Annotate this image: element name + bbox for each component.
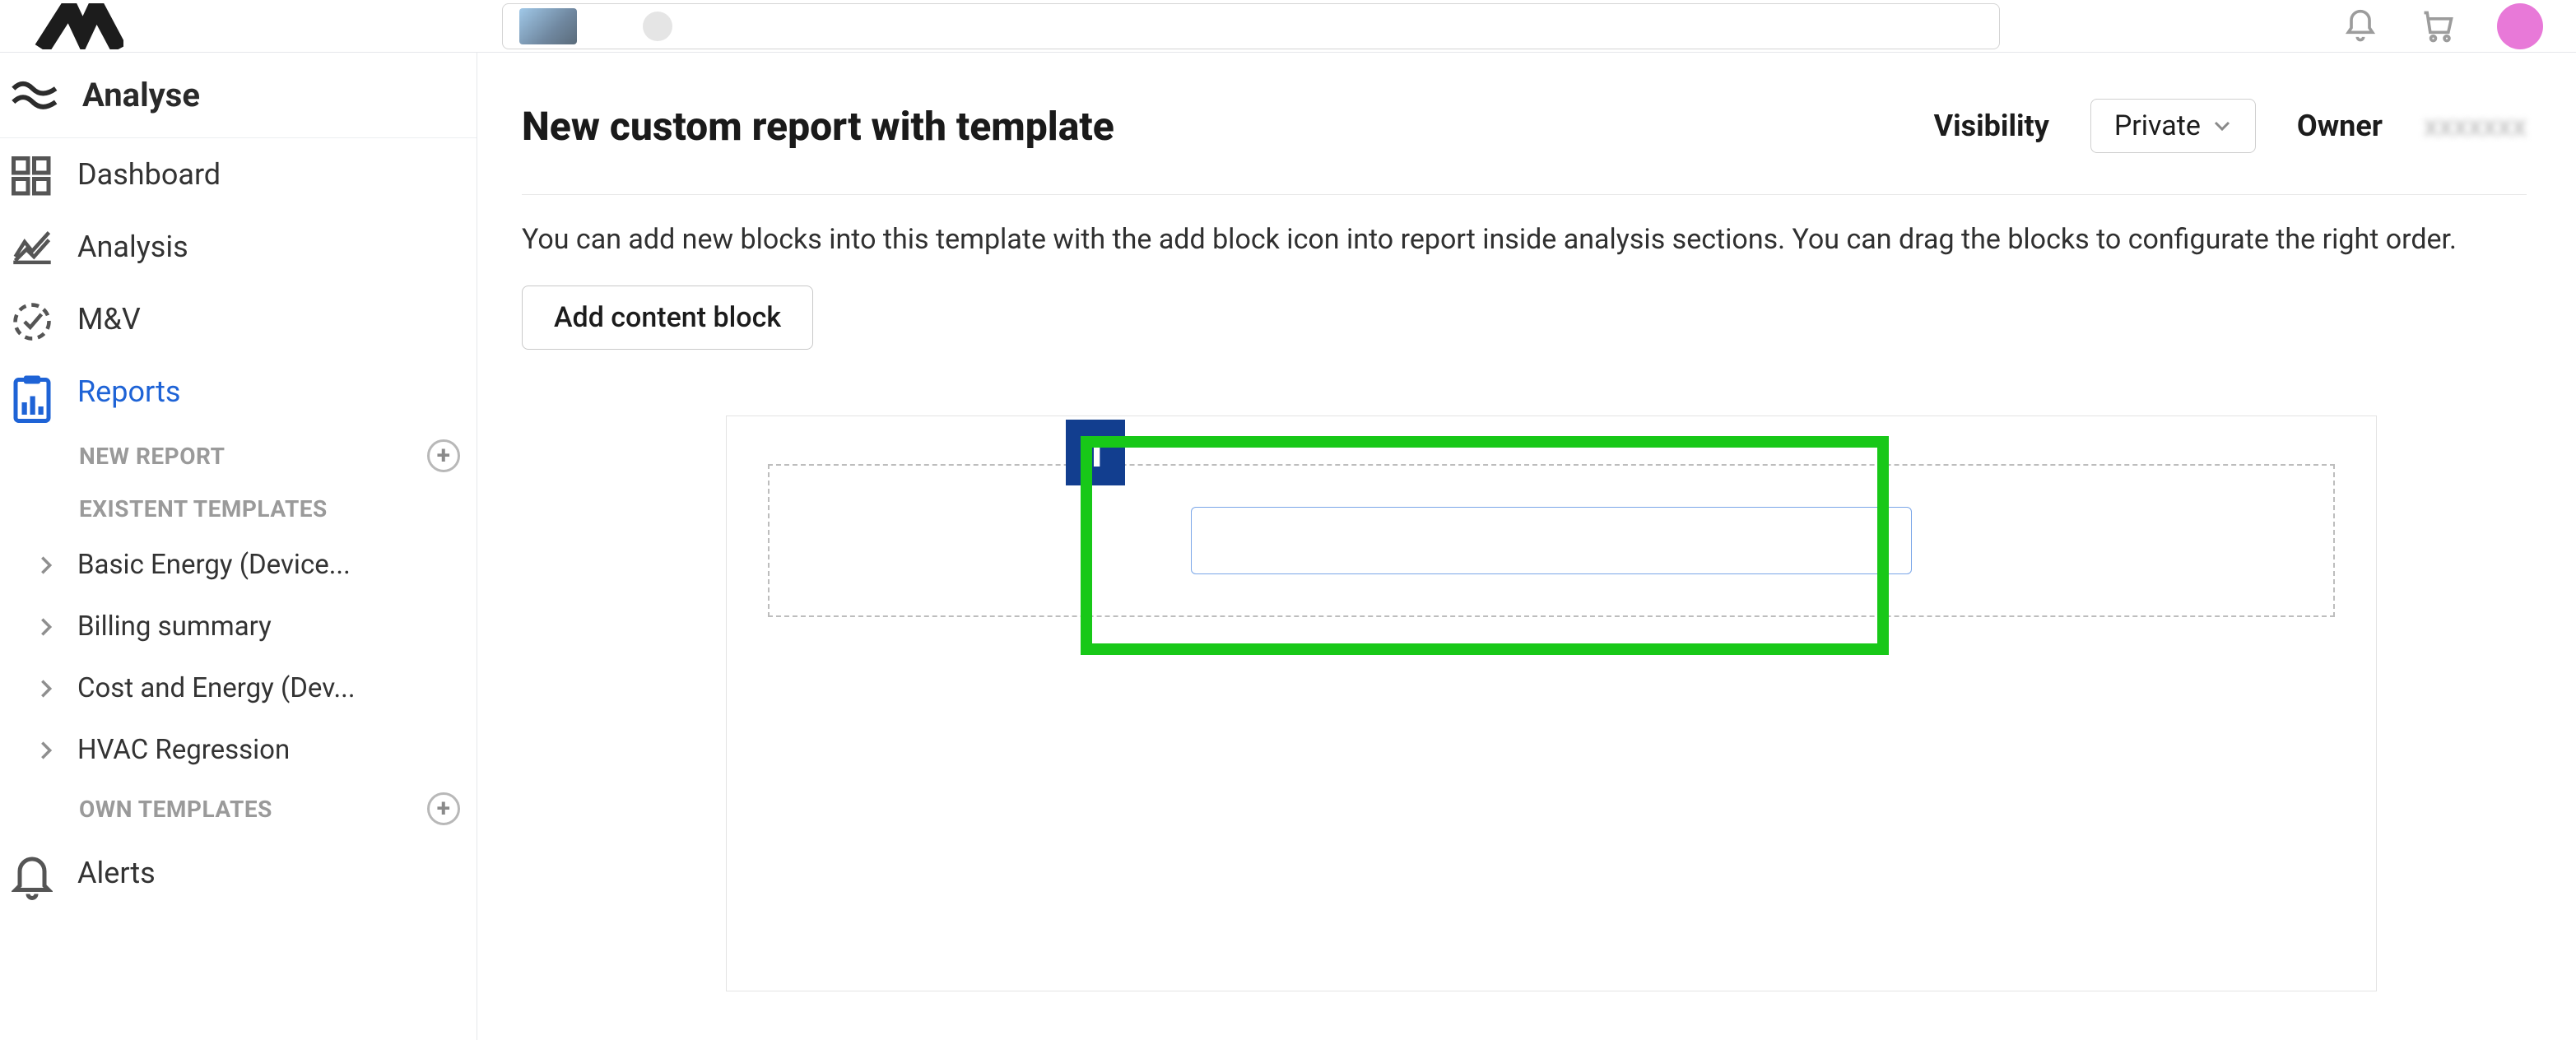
- annotation-badge-number: 1: [1084, 429, 1107, 476]
- sidebar-subhead-label: EXISTENT TEMPLATES: [79, 495, 328, 522]
- sidebar-item-label: Analysis: [77, 230, 188, 264]
- dashboard-grid-icon: [12, 156, 53, 193]
- template-item-basic-energy[interactable]: Basic Energy (Device...: [0, 534, 477, 596]
- sidebar-item-alerts[interactable]: Alerts: [0, 837, 477, 909]
- sidebar-item-analysis[interactable]: Analysis: [0, 211, 477, 283]
- title-drop-zone[interactable]: 1: [768, 464, 2335, 617]
- template-item-billing-summary[interactable]: Billing summary: [0, 596, 477, 657]
- topbar: [0, 0, 2576, 53]
- page-header: New custom report with template Visibili…: [522, 99, 2527, 195]
- chevron-right-icon: [35, 739, 58, 762]
- template-item-cost-energy[interactable]: Cost and Energy (Dev...: [0, 657, 477, 719]
- sidebar-item-reports[interactable]: Reports: [0, 355, 477, 428]
- report-title-input[interactable]: [1191, 507, 1912, 574]
- notification-bell-icon[interactable]: [2342, 8, 2378, 44]
- template-item-label: HVAC Regression: [77, 734, 290, 766]
- sidebar-item-label: Dashboard: [77, 157, 221, 192]
- sidebar: Analyse Dashboard Analysis M&V Reports: [0, 53, 477, 1040]
- sidebar-item-label: Reports: [77, 374, 180, 409]
- sidebar-subhead-existent-templates: EXISTENT TEMPLATES: [0, 484, 477, 534]
- page-description: You can add new blocks into this templat…: [522, 195, 2527, 286]
- analysis-chart-icon: [12, 229, 53, 265]
- annotation-badge: 1: [1066, 420, 1125, 485]
- user-avatar[interactable]: [2497, 3, 2543, 49]
- add-block-label: Add content block: [554, 301, 781, 334]
- context-selector[interactable]: [502, 3, 2000, 49]
- sidebar-item-mv[interactable]: M&V: [0, 283, 477, 355]
- owner-value: xxxxxxx: [2424, 109, 2527, 143]
- topbar-actions: [2342, 0, 2543, 53]
- sidebar-section-label: Analyse: [82, 76, 200, 114]
- site-thumbnail-icon: [519, 8, 577, 44]
- visibility-label: Visibility: [1934, 109, 2049, 143]
- mv-check-icon: [12, 301, 53, 337]
- sidebar-subhead-label: NEW REPORT: [79, 443, 225, 470]
- cart-icon[interactable]: [2420, 8, 2456, 44]
- add-content-block-button[interactable]: Add content block: [522, 286, 813, 350]
- sidebar-item-label: M&V: [77, 302, 141, 337]
- owner-label: Owner: [2297, 109, 2383, 143]
- sidebar-item-label: Alerts: [77, 856, 156, 890]
- chevron-right-icon: [35, 554, 58, 577]
- chevron-down-icon: [2212, 116, 2232, 136]
- template-item-hvac-regression[interactable]: HVAC Regression: [0, 719, 477, 781]
- chevron-right-icon: [35, 615, 58, 638]
- plus-icon[interactable]: +: [427, 439, 460, 472]
- reports-clipboard-icon: [12, 374, 53, 410]
- sidebar-section-analyse[interactable]: Analyse: [0, 53, 477, 138]
- report-canvas: 1: [726, 416, 2377, 991]
- chevron-right-icon: [35, 677, 58, 700]
- visibility-value: Private: [2114, 109, 2201, 142]
- main-content: New custom report with template Visibili…: [477, 53, 2576, 1040]
- template-item-label: Basic Energy (Device...: [77, 549, 351, 581]
- alerts-bell-icon: [12, 855, 53, 891]
- sidebar-item-dashboard[interactable]: Dashboard: [0, 138, 477, 211]
- sidebar-subhead-label: OWN TEMPLATES: [79, 796, 272, 823]
- page-header-controls: Visibility Private Owner xxxxxxx: [1934, 99, 2527, 153]
- globe-icon: [643, 12, 672, 41]
- sidebar-subhead-new-report[interactable]: NEW REPORT +: [0, 428, 477, 484]
- page-title: New custom report with template: [522, 103, 1114, 150]
- plus-icon[interactable]: +: [427, 792, 460, 825]
- analyse-wave-icon: [12, 79, 58, 112]
- sidebar-subhead-own-templates[interactable]: OWN TEMPLATES +: [0, 781, 477, 837]
- template-item-label: Billing summary: [77, 611, 272, 643]
- visibility-dropdown[interactable]: Private: [2090, 99, 2256, 153]
- app-logo[interactable]: [33, 3, 123, 49]
- template-item-label: Cost and Energy (Dev...: [77, 672, 356, 704]
